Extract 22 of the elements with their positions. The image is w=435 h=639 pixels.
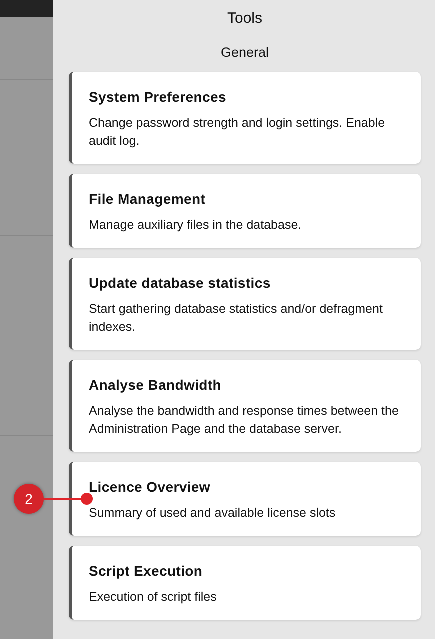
- section-heading: General: [220, 45, 270, 60]
- panel-title: Tools: [227, 10, 263, 27]
- tool-card[interactable]: Script Execution Execution of script files: [69, 546, 421, 620]
- card-description: Execution of script files: [89, 589, 218, 606]
- tool-card[interactable]: Licence Overview Summary of used and available license slots: [69, 462, 421, 536]
- card-title: Update database statistics: [89, 275, 272, 291]
- top-bar: [0, 0, 53, 17]
- callout-pointer: [44, 493, 93, 505]
- card-description: Change password strength and login settings. Enable audit log.: [89, 115, 386, 150]
- card-title: Analyse Bandwidth: [89, 377, 223, 393]
- card-description: Start gathering database statistics and/or defragment indexes.: [89, 301, 384, 336]
- card-title: Licence Overview: [89, 479, 212, 495]
- tool-card[interactable]: Update database statistics Start gathering database statistics and/or defragment indexes.: [69, 258, 421, 350]
- card-title: System Preferences: [89, 89, 228, 105]
- card-title: File Management: [89, 191, 207, 207]
- card-description: Manage auxiliary files in the database.: [89, 217, 303, 234]
- card-description: Summary of used and available license slots: [89, 505, 337, 522]
- tool-card[interactable]: File Management Manage auxiliary files in the database.: [69, 174, 421, 248]
- card-description: Analyse the bandwidth and response times between the Administration Page and the database server.: [89, 403, 400, 438]
- card-title: Script Execution: [89, 563, 204, 579]
- tool-card[interactable]: System Preferences Change password strength and login settings. Enable audit log.: [69, 72, 421, 164]
- tool-card[interactable]: Analyse Bandwidth Analyse the bandwidth and response times between the Administration Page and the database server.: [69, 360, 421, 452]
